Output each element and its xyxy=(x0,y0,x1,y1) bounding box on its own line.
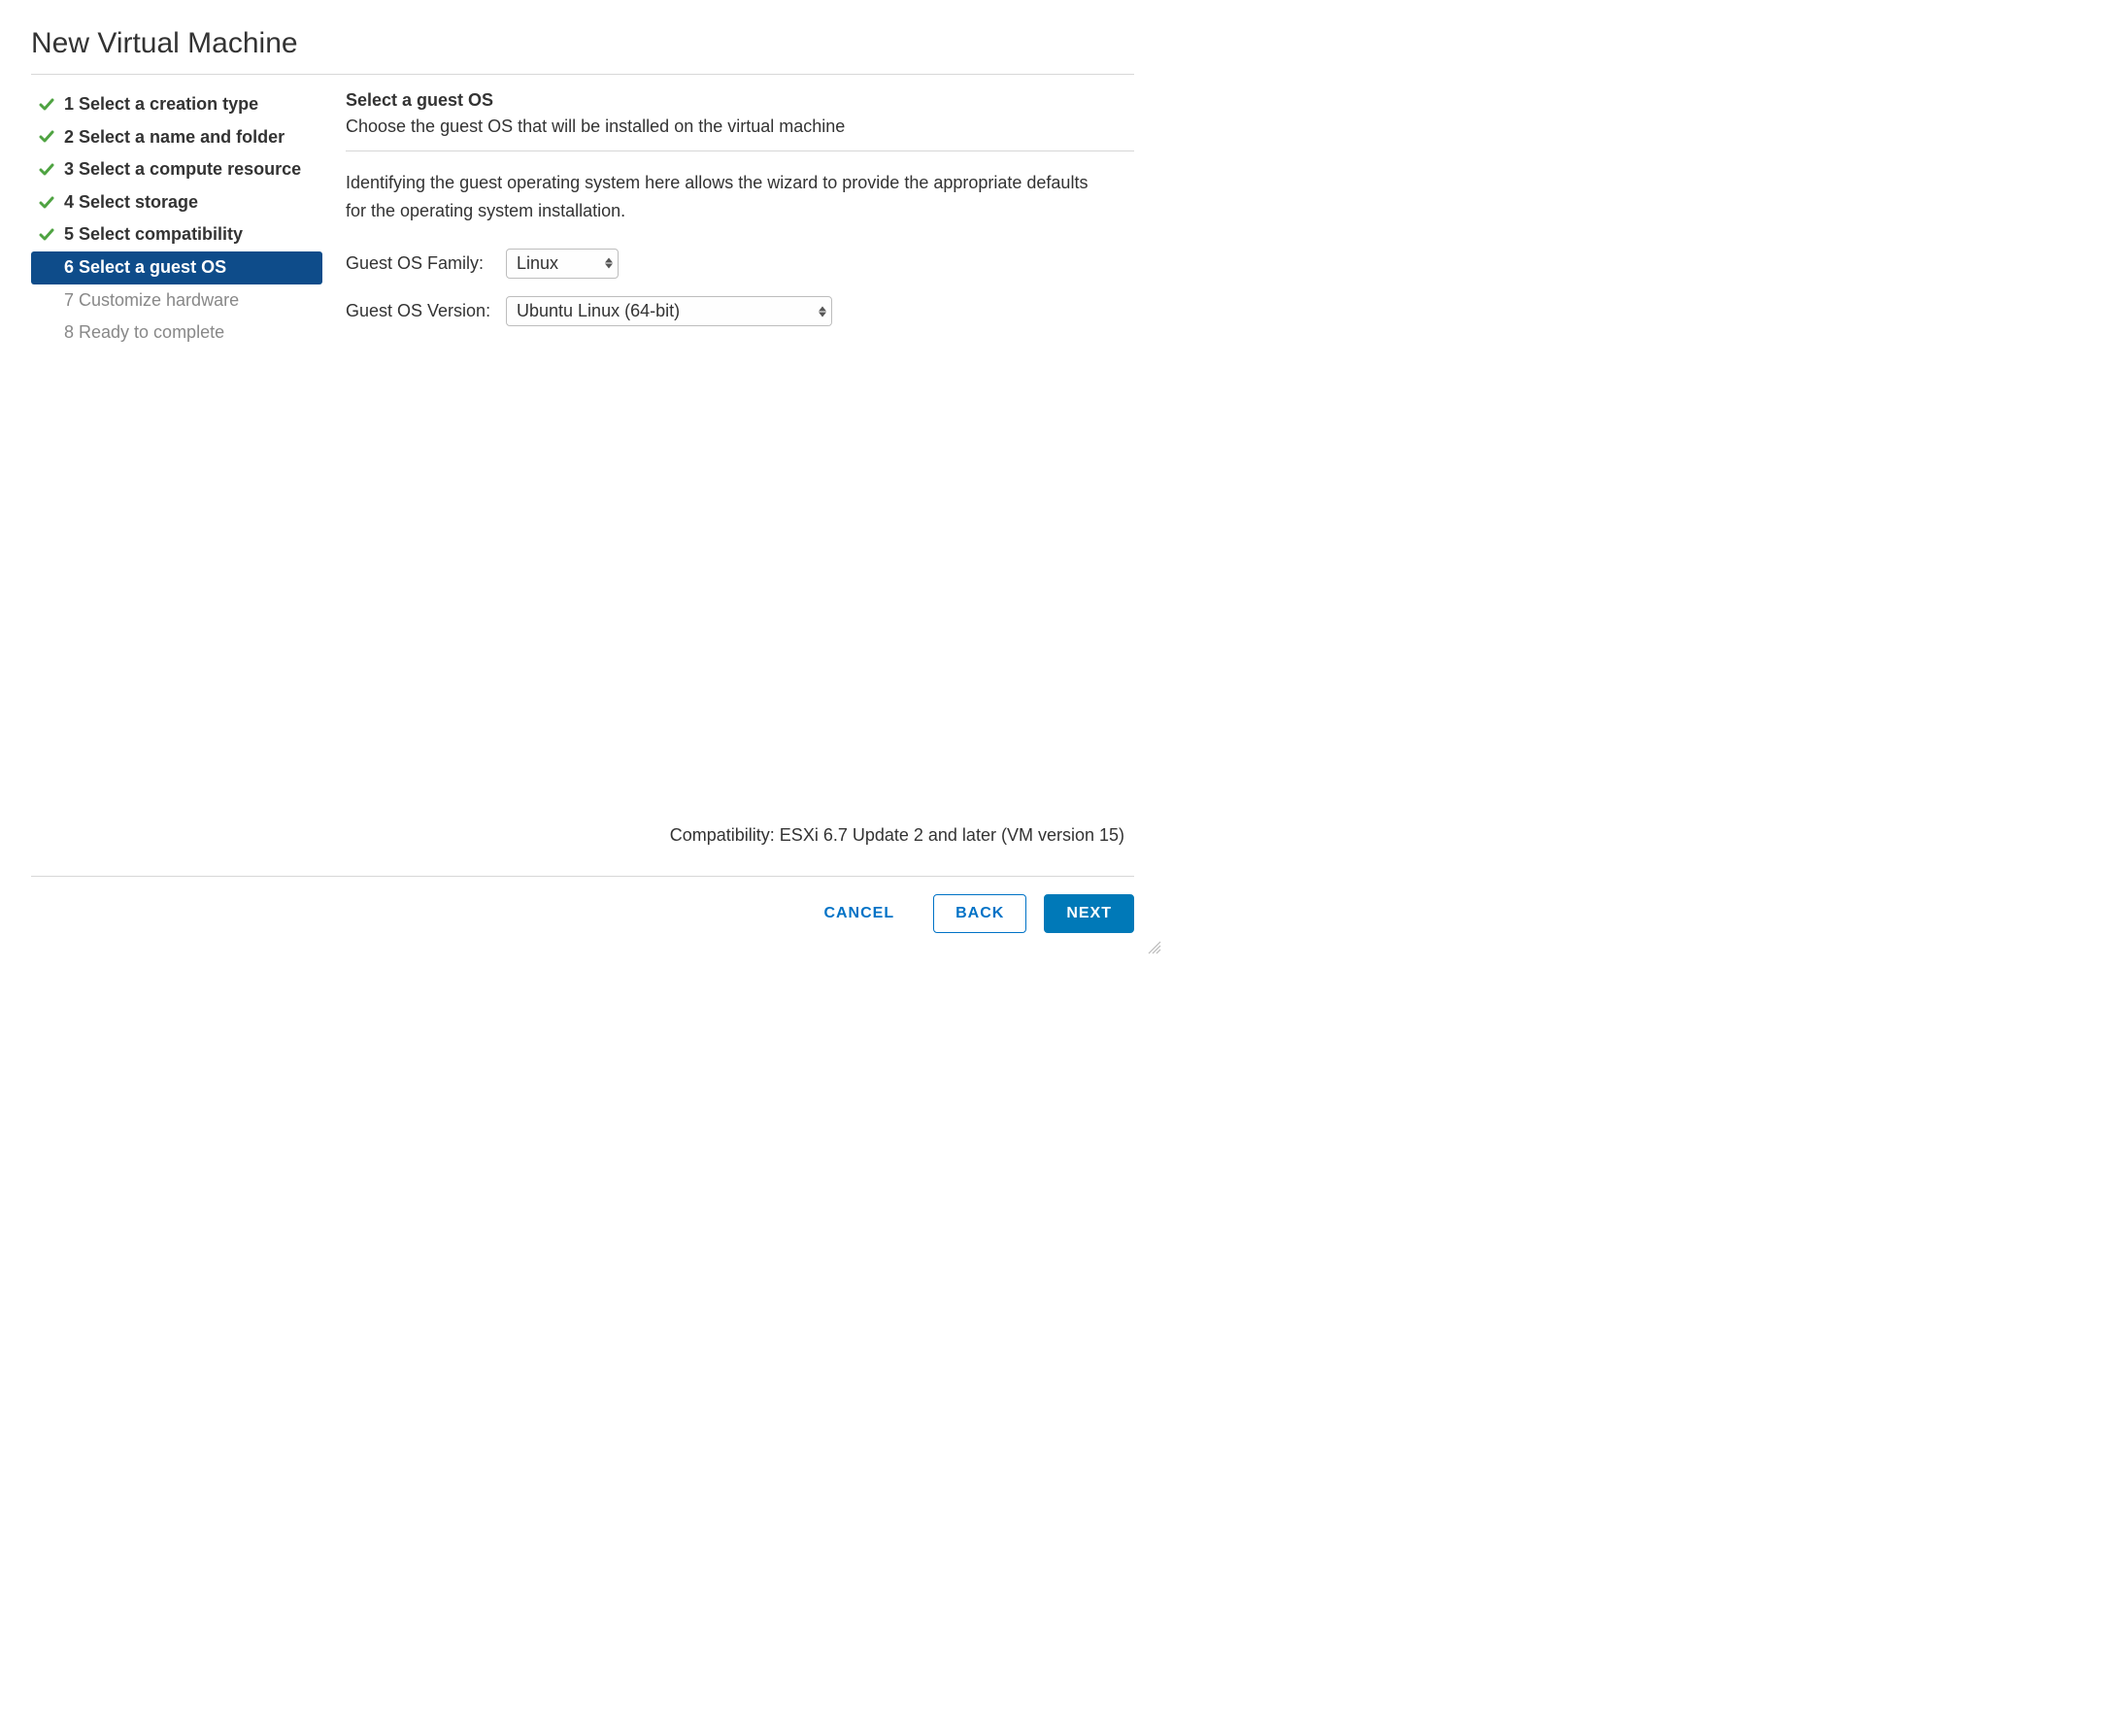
wizard-steps-nav: 1 Select a creation type 2 Select a name… xyxy=(31,88,322,350)
cancel-button[interactable]: Cancel xyxy=(802,895,916,932)
step-4-select-storage[interactable]: 4 Select storage xyxy=(31,186,322,219)
panel-divider xyxy=(346,150,1134,151)
step-3-select-compute-resource[interactable]: 3 Select a compute resource xyxy=(31,153,322,186)
checkmark-icon xyxy=(37,97,56,113)
guest-os-family-select[interactable]: Linux xyxy=(506,249,619,279)
footer-divider xyxy=(31,876,1134,877)
checkmark-icon xyxy=(37,129,56,145)
step-label: 4 Select storage xyxy=(64,192,198,214)
guest-os-family-label: Guest OS Family: xyxy=(346,253,506,274)
step-label: 8 Ready to complete xyxy=(64,322,224,344)
step-5-select-compatibility[interactable]: 5 Select compatibility xyxy=(31,218,322,251)
step-7-customize-hardware: 7 Customize hardware xyxy=(31,284,322,317)
back-button[interactable]: Back xyxy=(933,894,1026,933)
panel-subheading: Choose the guest OS that will be install… xyxy=(346,117,1134,137)
dialog-title: New Virtual Machine xyxy=(31,27,1134,60)
step-1-select-creation-type[interactable]: 1 Select a creation type xyxy=(31,88,322,121)
guest-os-version-label: Guest OS Version: xyxy=(346,301,506,321)
step-6-select-guest-os[interactable]: 6 Select a guest OS xyxy=(31,251,322,284)
step-label: 2 Select a name and folder xyxy=(64,127,285,149)
compatibility-text: Compatibility: ESXi 6.7 Update 2 and lat… xyxy=(670,825,1124,846)
checkmark-icon xyxy=(37,162,56,178)
guest-os-family-select-wrap: Linux xyxy=(506,249,619,279)
footer-button-bar: Cancel Back Next xyxy=(802,894,1134,933)
new-vm-wizard-dialog: New Virtual Machine 1 Select a creation … xyxy=(0,0,1165,958)
guest-os-family-row: Guest OS Family: Linux xyxy=(346,249,1134,279)
panel-heading: Select a guest OS xyxy=(346,90,1134,111)
checkmark-icon xyxy=(37,195,56,211)
dialog-body: 1 Select a creation type 2 Select a name… xyxy=(31,88,1134,350)
guest-os-version-select[interactable]: Ubuntu Linux (64-bit) xyxy=(506,296,832,326)
guest-os-version-row: Guest OS Version: Ubuntu Linux (64-bit) xyxy=(346,296,1134,326)
checkmark-icon xyxy=(37,227,56,243)
wizard-content-panel: Select a guest OS Choose the guest OS th… xyxy=(346,88,1134,350)
step-label: 6 Select a guest OS xyxy=(64,257,226,279)
resize-grip-icon[interactable] xyxy=(1148,941,1161,954)
step-label: 5 Select compatibility xyxy=(64,224,243,246)
title-divider xyxy=(31,74,1134,75)
guest-os-version-select-wrap: Ubuntu Linux (64-bit) xyxy=(506,296,832,326)
step-label: 7 Customize hardware xyxy=(64,290,239,312)
step-label: 1 Select a creation type xyxy=(64,94,258,116)
step-2-select-name-folder[interactable]: 2 Select a name and folder xyxy=(31,121,322,154)
help-text: Identifying the guest operating system h… xyxy=(346,169,1103,225)
step-label: 3 Select a compute resource xyxy=(64,159,301,181)
step-8-ready-to-complete: 8 Ready to complete xyxy=(31,317,322,350)
next-button[interactable]: Next xyxy=(1044,894,1134,933)
